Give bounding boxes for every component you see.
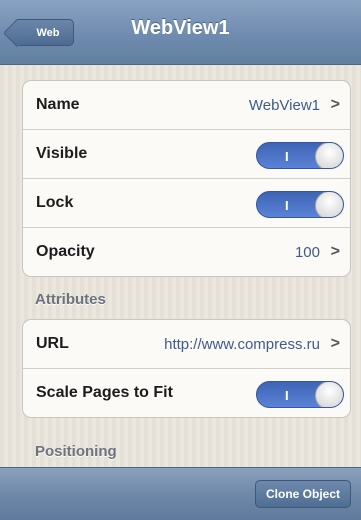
positioning-section-header: Positioning (35, 443, 117, 460)
toggle-on-mark: I (285, 198, 289, 213)
chevron-right-icon: > (330, 96, 340, 113)
chevron-right-icon: > (330, 243, 340, 260)
name-value: WebView1 (248, 96, 320, 114)
settings-content: Name WebView1 > Visible I Lock I Opacity… (0, 65, 361, 467)
visible-toggle[interactable]: I (256, 142, 344, 169)
url-value: http://www.compress.ru (164, 335, 320, 353)
visible-label: Visible (36, 145, 88, 162)
back-button-label: Web (36, 26, 60, 39)
visible-row: Visible I (23, 130, 350, 179)
toggle-knob (315, 143, 343, 168)
scale-pages-row: Scale Pages to Fit I (23, 369, 350, 417)
attributes-group: URL http://www.compress.ru > Scale Pages… (22, 319, 351, 418)
toggle-on-mark: I (285, 149, 289, 164)
url-label: URL (36, 335, 69, 352)
name-row[interactable]: Name WebView1 > (23, 81, 350, 130)
attributes-section-header: Attributes (35, 291, 106, 308)
name-label: Name (36, 96, 80, 113)
navigation-bar: Web WebView1 (0, 0, 361, 65)
general-group: Name WebView1 > Visible I Lock I Opacity… (22, 80, 351, 277)
lock-row: Lock I (23, 179, 350, 228)
lock-toggle[interactable]: I (256, 191, 344, 218)
scale-pages-label: Scale Pages to Fit (36, 384, 173, 401)
bottom-toolbar: Clone Object (0, 467, 361, 520)
opacity-row[interactable]: Opacity 100 > (23, 228, 350, 276)
toggle-on-mark: I (285, 388, 289, 403)
clone-object-button[interactable]: Clone Object (255, 480, 351, 508)
url-row[interactable]: URL http://www.compress.ru > (23, 320, 350, 369)
scale-pages-toggle[interactable]: I (256, 381, 344, 408)
toggle-knob (315, 192, 343, 217)
lock-label: Lock (36, 194, 74, 211)
opacity-label: Opacity (36, 243, 95, 260)
opacity-value: 100 (294, 243, 320, 261)
chevron-right-icon: > (330, 335, 340, 352)
toggle-knob (315, 382, 343, 407)
